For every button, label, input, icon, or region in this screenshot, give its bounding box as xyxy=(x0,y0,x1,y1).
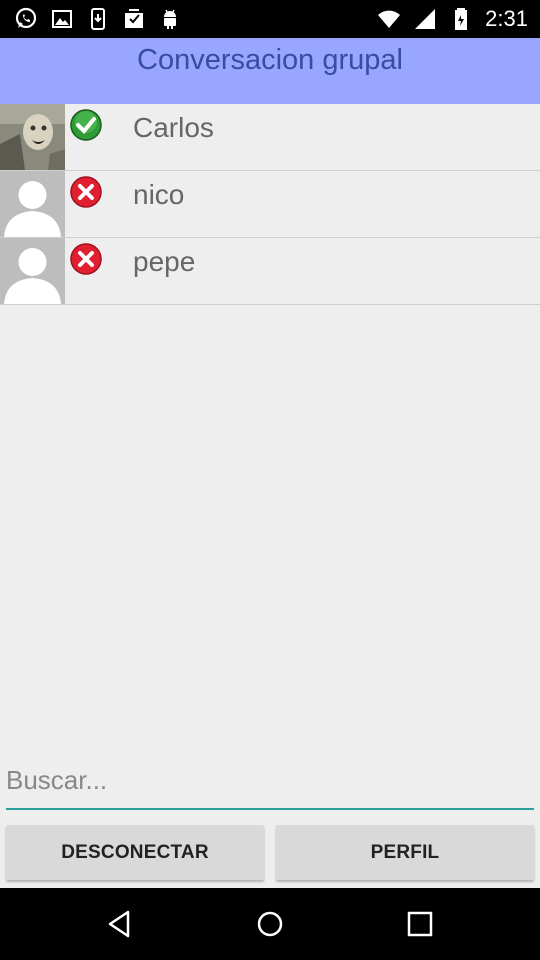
inbox-check-icon xyxy=(125,9,143,28)
user-name: Carlos xyxy=(133,112,214,143)
avatar xyxy=(0,238,65,304)
phone-download-icon xyxy=(91,8,105,30)
wifi-icon xyxy=(378,10,401,28)
user-name: nico xyxy=(133,179,185,210)
avatar xyxy=(0,171,65,237)
android-icon xyxy=(164,9,176,29)
list-item-pepe[interactable]: pepe xyxy=(0,238,540,305)
back-icon[interactable] xyxy=(104,908,136,940)
list-item-carlos[interactable]: Carlos xyxy=(0,104,540,171)
list-item-nico[interactable]: nico xyxy=(0,171,540,238)
recents-icon[interactable] xyxy=(404,908,436,940)
user-list: Carlos nico pepe xyxy=(0,104,540,305)
user-name: pepe xyxy=(133,246,196,277)
clock: 2:31 xyxy=(485,6,528,31)
search-input[interactable] xyxy=(6,752,534,810)
status-bar: 2:31 xyxy=(0,0,540,38)
avatar xyxy=(0,104,65,170)
navigation-bar xyxy=(0,888,540,960)
check-icon xyxy=(70,109,102,141)
x-icon xyxy=(70,243,102,275)
image-icon xyxy=(52,10,72,28)
page-title: Conversacion grupal xyxy=(137,44,403,76)
home-icon[interactable] xyxy=(254,908,286,940)
battery-icon xyxy=(455,8,468,30)
signal-icon xyxy=(415,9,436,29)
system-icons: 2:31 xyxy=(377,6,528,32)
profile-button[interactable]: PERFIL xyxy=(276,825,534,880)
notification-icons xyxy=(14,7,182,31)
app-bar: Conversacion grupal xyxy=(0,38,540,104)
disconnect-button[interactable]: DESCONECTAR xyxy=(6,825,264,880)
whatsapp-icon xyxy=(15,7,37,29)
x-icon xyxy=(70,176,102,208)
